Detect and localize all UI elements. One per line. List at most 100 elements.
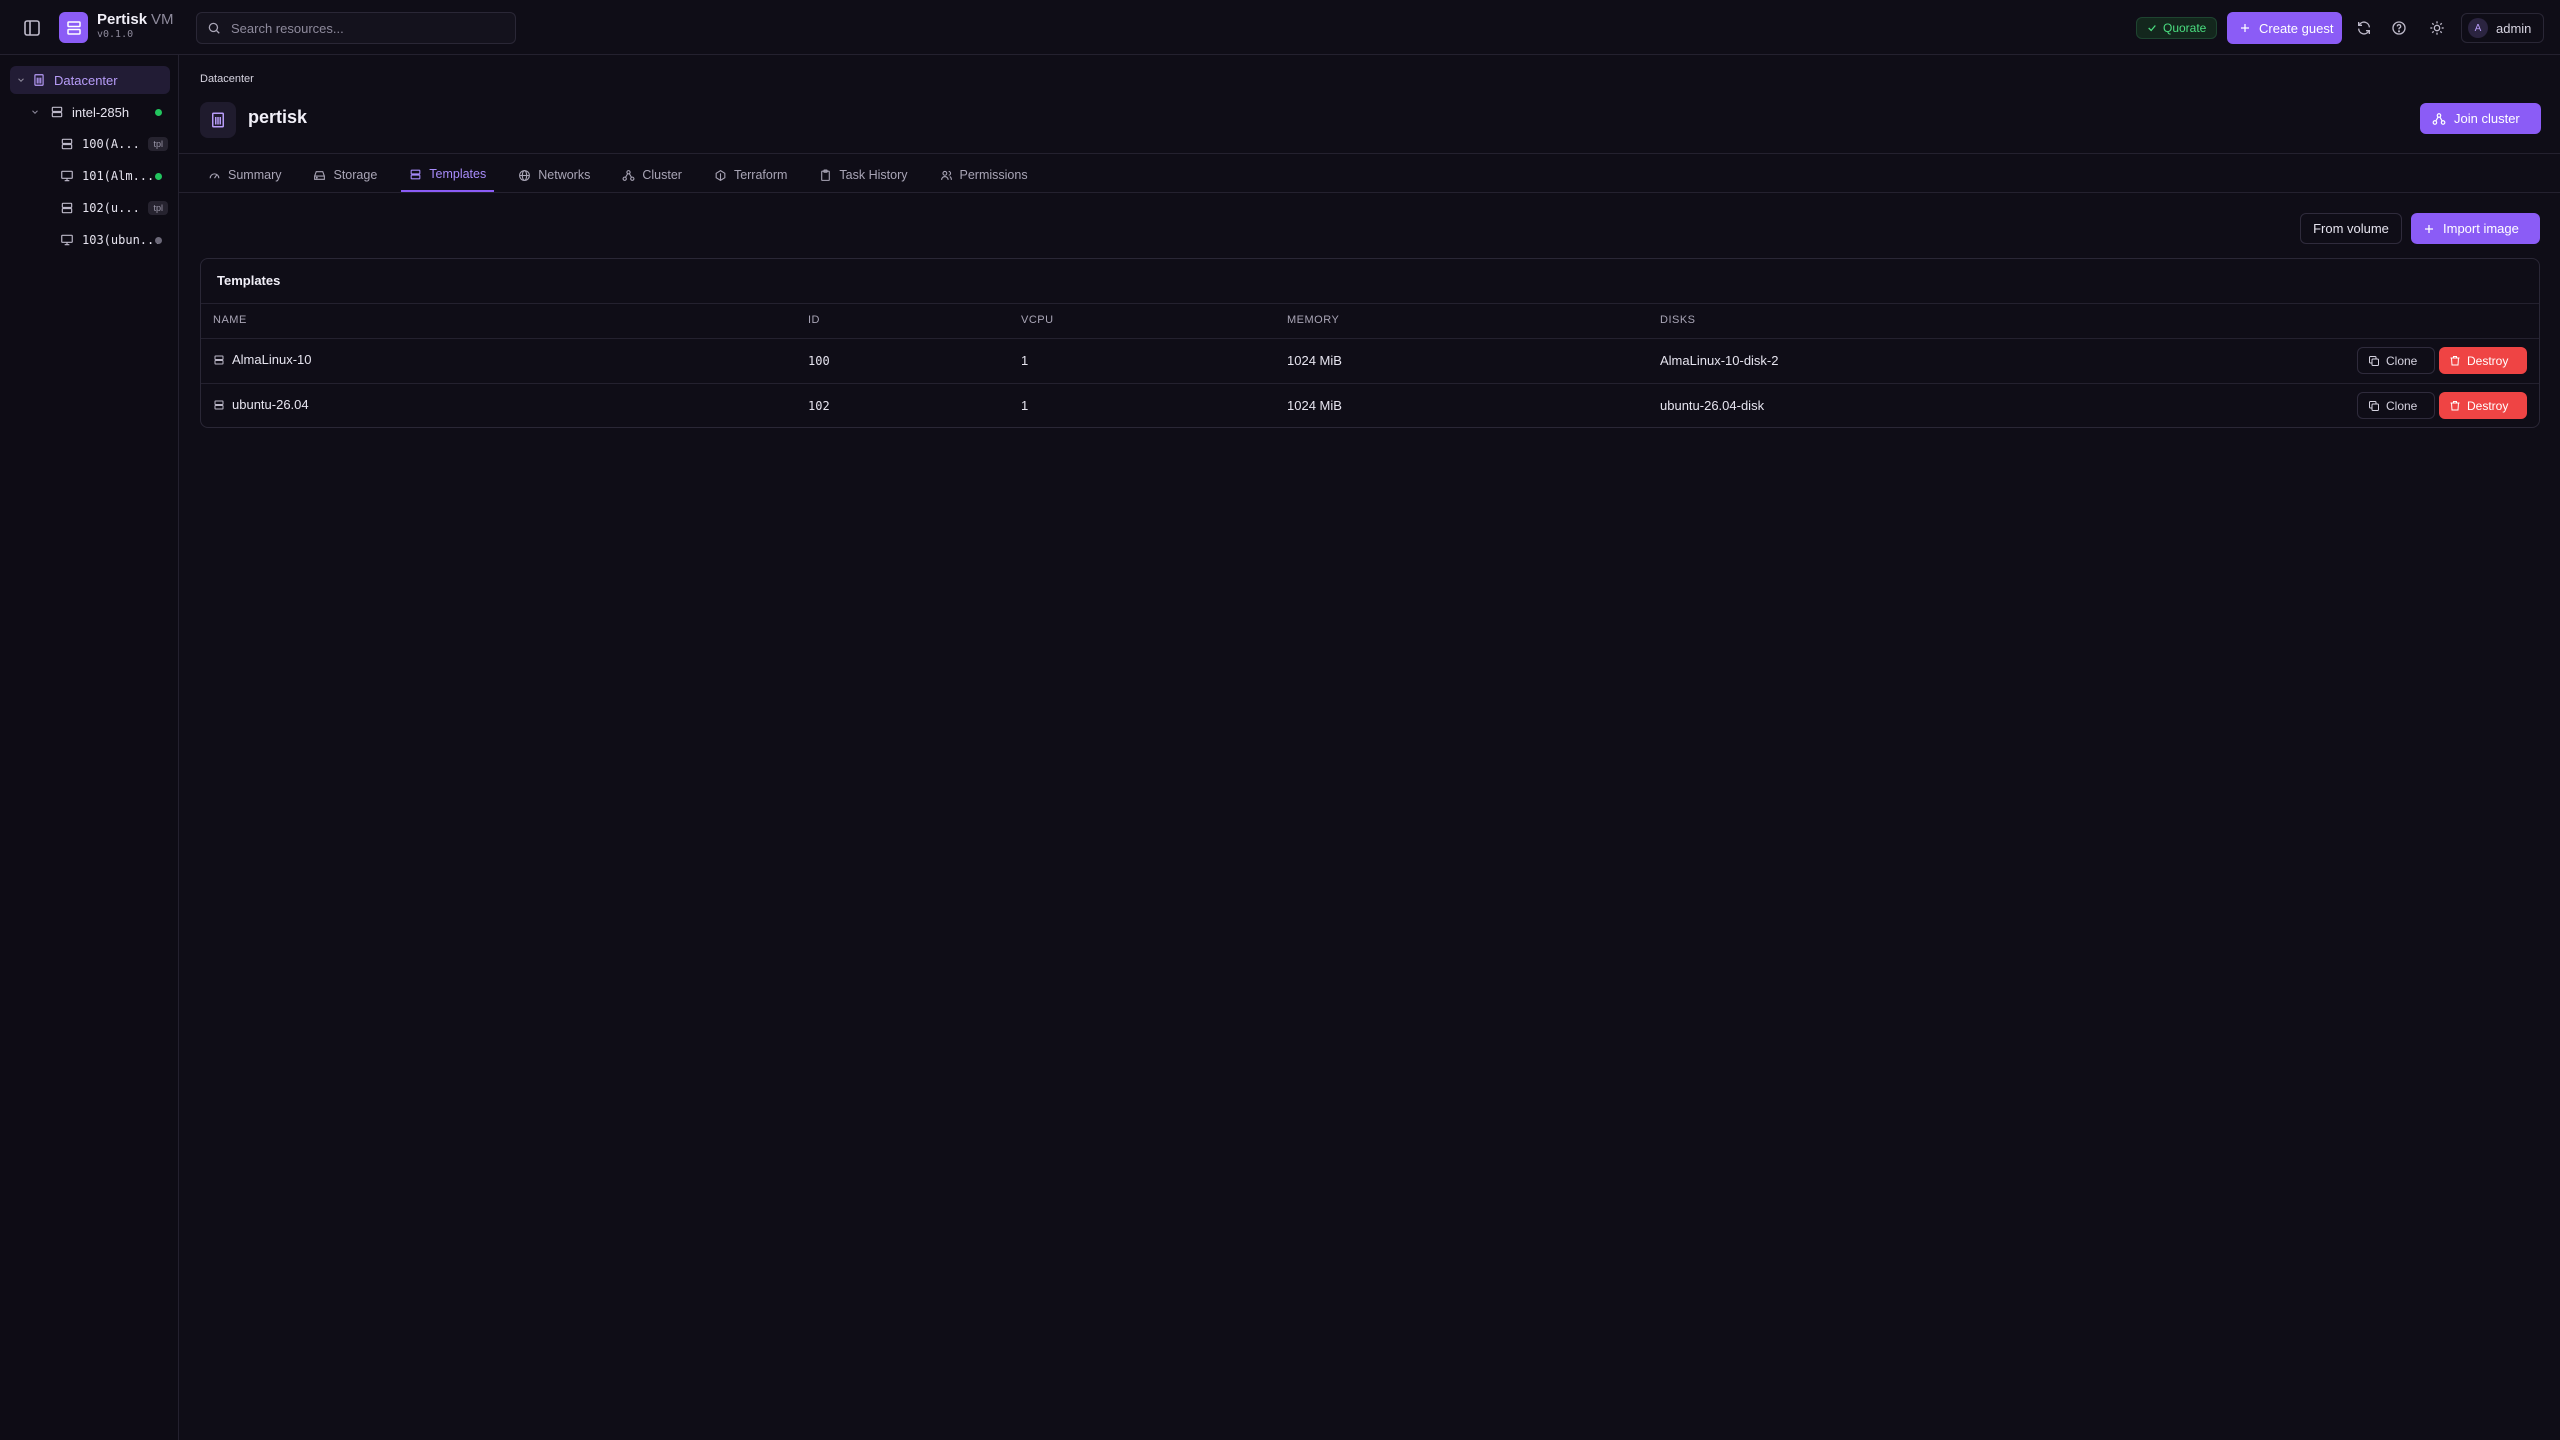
tab-summary[interactable]: Summary (200, 158, 289, 192)
sidebar-item-datacenter[interactable]: Datacenter (10, 66, 170, 94)
plus-icon (2423, 223, 2435, 235)
join-cluster-label: Join cluster (2454, 111, 2520, 126)
destroy-label: Destroy (2467, 398, 2509, 413)
tab-cluster[interactable]: Cluster (614, 158, 690, 192)
import-image-label: Import image (2443, 221, 2519, 236)
template-tag: tpl (148, 201, 168, 215)
column-header-disks: DISKS (1660, 314, 1696, 326)
tab-templates[interactable]: Templates (401, 158, 495, 192)
tab-bar: Summary Storage Templates Networks Clust… (200, 158, 1052, 192)
destroy-button[interactable]: Destroy (2439, 392, 2527, 419)
search-input[interactable] (229, 19, 513, 37)
status-dot-online (155, 109, 162, 116)
template-icon (60, 201, 74, 215)
divider (201, 303, 2539, 304)
from-volume-button[interactable]: From volume (2300, 213, 2402, 244)
import-image-button[interactable]: Import image (2411, 213, 2540, 244)
monitor-icon (60, 169, 74, 183)
check-icon (2147, 23, 2157, 33)
app-logo (59, 12, 88, 43)
user-menu[interactable]: A admin (2461, 13, 2544, 43)
tab-permissions[interactable]: Permissions (932, 158, 1036, 192)
theme-toggle-icon[interactable] (2425, 16, 2449, 40)
sidebar-item-template-102[interactable]: 102(u... tpl (60, 194, 168, 222)
top-bar: PertiskVM v0.1.0 Quorate Create guest A … (0, 0, 2560, 55)
trash-icon (2449, 400, 2461, 412)
sidebar-item-label: intel-285h (72, 104, 130, 120)
sidebar-item-node[interactable]: intel-285h (28, 98, 168, 126)
sidebar-item-label: 100(A... (82, 137, 140, 151)
sidebar-toggle-icon[interactable] (20, 16, 44, 40)
terraform-icon (714, 169, 727, 182)
destroy-button[interactable]: Destroy (2439, 347, 2527, 374)
page-title: pertisk (248, 107, 308, 127)
quorate-badge: Quorate (2136, 17, 2218, 39)
breadcrumb[interactable]: Datacenter (200, 73, 254, 85)
gauge-icon (208, 169, 221, 182)
template-vcpu: 1 (1021, 398, 1029, 413)
column-header-id: ID (808, 314, 820, 326)
datacenter-icon (32, 73, 46, 87)
sidebar-item-vm-101[interactable]: 101(Alm... (60, 162, 168, 190)
template-disks: AlmaLinux-10-disk-2 (1660, 353, 1779, 368)
tab-storage[interactable]: Storage (305, 158, 385, 192)
column-header-name: NAME (213, 314, 247, 326)
search-icon (207, 21, 221, 35)
template-icon (409, 168, 422, 181)
clone-label: Clone (2386, 353, 2418, 368)
create-guest-button[interactable]: Create guest (2227, 12, 2342, 44)
template-name-cell: AlmaLinux-10 (213, 352, 312, 367)
tab-label: Templates (429, 167, 487, 181)
tab-task-history[interactable]: Task History (811, 158, 915, 192)
template-icon (60, 137, 74, 151)
clipboard-icon (819, 169, 832, 182)
divider (201, 338, 2539, 339)
clone-button[interactable]: Clone (2357, 347, 2435, 374)
chevron-down-icon[interactable] (30, 107, 40, 117)
plus-icon (2239, 22, 2251, 34)
monitor-icon (60, 233, 74, 247)
refresh-icon[interactable] (2352, 16, 2376, 40)
tab-label: Summary (228, 168, 282, 182)
clone-button[interactable]: Clone (2357, 392, 2435, 419)
tab-terraform[interactable]: Terraform (706, 158, 795, 192)
server-icon (50, 105, 64, 119)
status-dot-stopped (155, 237, 162, 244)
template-vcpu: 1 (1021, 353, 1029, 368)
chevron-down-icon[interactable] (16, 75, 26, 85)
tab-label: Storage (333, 168, 378, 182)
join-cluster-button[interactable]: Join cluster (2420, 103, 2541, 134)
template-disks: ubuntu-26.04-disk (1660, 398, 1765, 413)
template-name: ubuntu-26.04 (232, 397, 309, 412)
status-dot-running (155, 173, 162, 180)
sidebar-item-vm-103[interactable]: 103(ubun... (60, 226, 168, 254)
template-tag: tpl (148, 137, 168, 151)
datacenter-icon (200, 102, 236, 138)
trash-icon (2449, 355, 2461, 367)
card-title: Templates (217, 273, 281, 288)
copy-icon (2368, 400, 2380, 412)
tab-networks[interactable]: Networks (510, 158, 598, 192)
column-header-memory: MEMORY (1287, 314, 1340, 326)
app-version: v0.1.0 (97, 29, 134, 40)
sidebar-item-template-100[interactable]: 100(A... tpl (60, 130, 168, 158)
copy-icon (2368, 355, 2380, 367)
template-icon (213, 399, 225, 411)
sidebar: Datacenter intel-285h 100(A... tpl 101(A… (0, 55, 179, 1440)
template-id: 102 (808, 399, 830, 413)
globe-icon (518, 169, 531, 182)
app-name: Pertisk VM (97, 11, 174, 28)
column-header-vcpu: VCPU (1021, 314, 1054, 326)
cluster-icon (2432, 112, 2446, 126)
hard-drive-icon (313, 169, 326, 182)
help-icon[interactable] (2387, 16, 2411, 40)
template-memory: 1024 MiB (1287, 353, 1342, 368)
template-id: 100 (808, 354, 830, 368)
tab-label: Task History (839, 168, 908, 182)
template-icon (213, 354, 225, 366)
cluster-icon (622, 169, 635, 182)
search-box[interactable] (196, 12, 516, 44)
avatar: A (2468, 18, 2488, 38)
tab-label: Permissions (959, 168, 1028, 182)
divider (201, 383, 2539, 384)
